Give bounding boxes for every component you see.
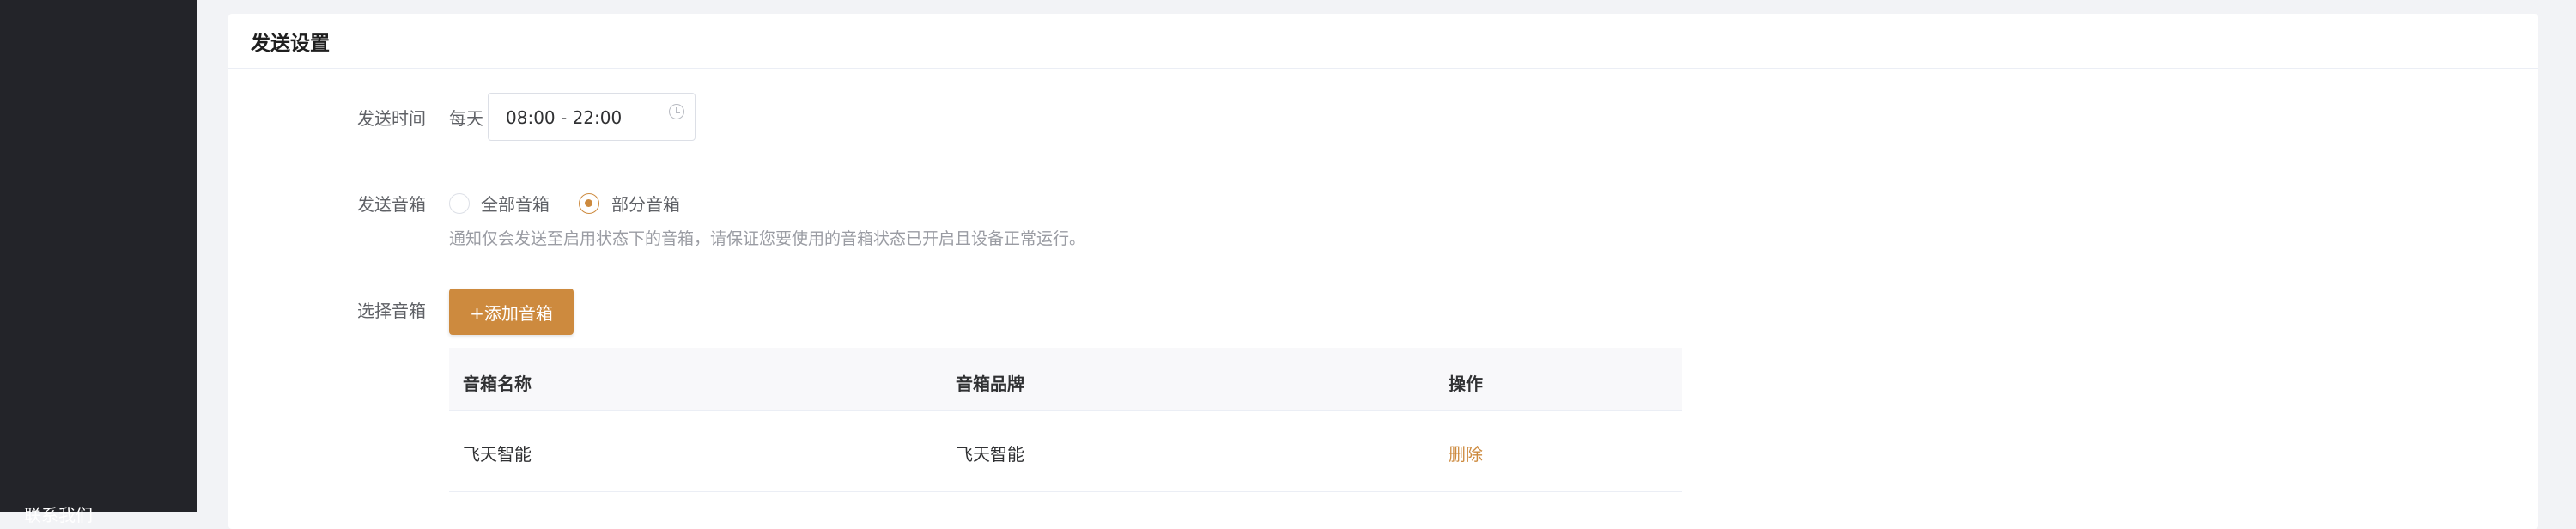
column-header-name: 音箱名称 [463, 374, 532, 394]
clock-icon [669, 104, 684, 119]
send-speaker-hint: 通知仅会发送至启用状态下的音箱，请保证您要使用的音箱状态已开启且设备正常运行。 [449, 229, 1086, 248]
column-header-action: 操作 [1449, 374, 1483, 394]
radio-partial-speakers-label[interactable]: 部分音箱 [611, 191, 680, 216]
send-time-label: 发送时间 [357, 108, 426, 129]
panel-header: 发送设置 [228, 14, 2538, 69]
time-range-value: 08:00 - 22:00 [506, 107, 623, 128]
column-header-brand: 音箱品牌 [956, 374, 1024, 394]
table-row: 飞天智能 飞天智能 删除 [449, 411, 1682, 492]
sidebar: 联系我们 [0, 0, 197, 526]
panel-title: 发送设置 [251, 32, 330, 55]
time-range-picker[interactable]: 08:00 - 22:00 [488, 93, 696, 141]
send-time-prefix: 每天 [449, 108, 483, 129]
speaker-name-cell: 飞天智能 [463, 444, 532, 465]
select-speaker-label: 选择音箱 [357, 301, 426, 321]
radio-partial-speakers[interactable] [579, 193, 599, 214]
delete-speaker-link[interactable]: 删除 [1449, 441, 1483, 465]
send-speaker-label: 发送音箱 [357, 194, 426, 215]
speaker-brand-cell: 飞天智能 [956, 444, 1024, 465]
radio-all-speakers[interactable] [449, 193, 470, 214]
table-header: 音箱名称 音箱品牌 操作 [449, 348, 1682, 411]
speaker-table: 音箱名称 音箱品牌 操作 飞天智能 飞天智能 删除 [449, 348, 1682, 492]
add-speaker-button[interactable]: +添加音箱 [449, 289, 574, 335]
send-settings-panel: 发送设置 发送时间 每天 08:00 - 22:00 发送音箱 全部音箱 部分音… [228, 14, 2538, 529]
radio-all-speakers-label[interactable]: 全部音箱 [481, 191, 550, 216]
sidebar-contact-link[interactable]: 联系我们 [24, 502, 93, 526]
